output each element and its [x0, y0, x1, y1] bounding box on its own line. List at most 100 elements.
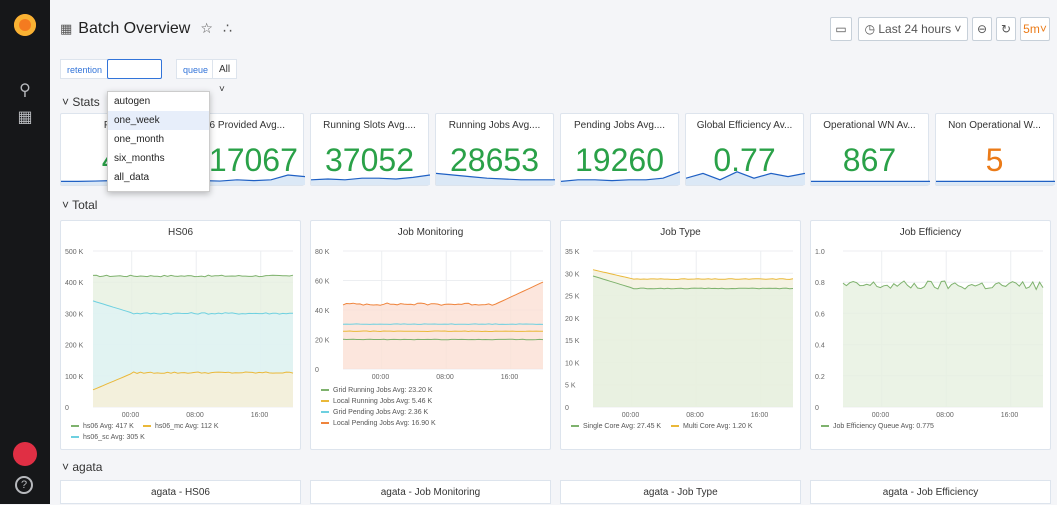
- y-tick: 1.0: [815, 249, 825, 256]
- stat-sparkline: [561, 171, 680, 185]
- avatar[interactable]: [13, 442, 37, 466]
- legend-swatch: [71, 436, 79, 439]
- row-total[interactable]: ˅ Total: [62, 198, 97, 212]
- x-tick: 08:00: [686, 412, 704, 419]
- y-tick: 0: [65, 405, 69, 412]
- legend-swatch: [821, 425, 829, 428]
- queue-select[interactable]: All ˅: [212, 59, 238, 95]
- x-tick: 16:00: [251, 412, 269, 419]
- legend-item[interactable]: Single Core Avg: 27.45 K: [571, 423, 661, 430]
- legend-swatch: [71, 425, 79, 428]
- x-tick: 00:00: [122, 412, 140, 419]
- grid-icon: ▦: [60, 21, 73, 36]
- y-tick: 200 K: [65, 343, 84, 350]
- stat-title: Non Operational W...: [948, 120, 1041, 131]
- legend-swatch: [321, 400, 329, 403]
- stat-sparkline: [436, 172, 555, 185]
- legend-item[interactable]: hs06_mc Avg: 112 K: [143, 423, 219, 430]
- stat-panel[interactable]: Running Slots Avg.... 37052: [310, 113, 430, 186]
- y-tick: 300 K: [65, 311, 84, 318]
- refresh-interval[interactable]: 5m˅: [1020, 17, 1050, 41]
- y-tick: 30 K: [565, 271, 580, 278]
- dropdown-option[interactable]: six_months: [108, 149, 209, 168]
- legend-swatch: [571, 425, 579, 428]
- y-tick: 0: [565, 405, 569, 412]
- y-tick: 0.4: [815, 343, 825, 350]
- legend-item[interactable]: Grid Pending Jobs Avg: 2.36 K: [321, 409, 428, 416]
- graph-panel[interactable]: HS06 500 K 400 K 300 K 200 K 100 K 0 00:00 08:00…: [60, 220, 301, 450]
- graph-panel[interactable]: Job Monitoring 80 K 60 K 40 K 20 K 0 00:00 08:0…: [310, 220, 551, 450]
- stat-panel[interactable]: Operational WN Av... 867: [810, 113, 930, 186]
- stat-panel[interactable]: Running Jobs Avg.... 28653: [435, 113, 555, 186]
- refresh-button[interactable]: ↻: [996, 17, 1016, 41]
- legend-item[interactable]: Job Efficiency Queue Avg: 0.775: [821, 423, 934, 430]
- tv-mode-button[interactable]: ▭: [830, 17, 852, 41]
- graph-panel[interactable]: agata - Job Efficiency: [810, 480, 1051, 504]
- stat-sparkline: [811, 180, 930, 185]
- retention-dropdown[interactable]: autogen one_week one_month six_months al…: [107, 91, 210, 192]
- dashboard-title[interactable]: ▦ Batch Overview ☆ ∴: [60, 20, 232, 38]
- graph-panel[interactable]: agata - HS06: [60, 480, 301, 504]
- dashboards-icon[interactable]: ▦: [15, 108, 35, 128]
- graph: 80 K 60 K 40 K 20 K 0 00:00 08:00 16:00: [315, 249, 544, 381]
- sidebar: ⚲ ▦ ?: [0, 0, 50, 504]
- help-icon[interactable]: ?: [15, 476, 33, 494]
- y-tick: 15 K: [565, 338, 580, 345]
- legend-item[interactable]: hs06_sc Avg: 305 K: [71, 434, 145, 441]
- y-tick: 35 K: [565, 249, 580, 256]
- top-bar: ▦ Batch Overview ☆ ∴ ▭ ◷ Last 24 hours ˅ ⊖ …: [50, 0, 1057, 56]
- graph-panel[interactable]: Job Type 35 K 30 K 25 K 20 K 15 K 10 K5 K 0 00:0…: [560, 220, 801, 450]
- x-tick: 16:00: [1001, 412, 1019, 419]
- retention-input[interactable]: [107, 59, 162, 79]
- legend-item[interactable]: Local Running Jobs Avg: 5.46 K: [321, 398, 432, 405]
- dropdown-option[interactable]: one_week: [108, 111, 209, 130]
- y-tick: 500 K: [65, 249, 84, 256]
- y-tick: 0.2: [815, 374, 825, 381]
- legend-item[interactable]: Multi Core Avg: 1.20 K: [671, 423, 753, 430]
- graph-panel[interactable]: agata - Job Monitoring: [310, 480, 551, 504]
- grafana-logo[interactable]: [14, 14, 36, 36]
- legend-item[interactable]: Grid Running Jobs Avg: 23.20 K: [321, 387, 433, 394]
- y-tick: 0.8: [815, 280, 825, 287]
- search-icon[interactable]: ⚲: [15, 81, 35, 101]
- dropdown-option[interactable]: autogen: [108, 92, 209, 111]
- graph: 1.0 0.8 0.6 0.4 0.2 0 00:00 08:00 16:00: [815, 249, 1044, 419]
- stat-panel[interactable]: Pending Jobs Avg.... 19260: [560, 113, 680, 186]
- y-tick: 0: [815, 405, 819, 412]
- stat-panel[interactable]: Non Operational W... 5: [935, 113, 1055, 186]
- x-tick: 00:00: [372, 374, 390, 381]
- legend-swatch: [321, 411, 329, 414]
- legend-swatch: [143, 425, 151, 428]
- legend-swatch: [671, 425, 679, 428]
- y-tick: 400 K: [65, 280, 84, 287]
- star-icon[interactable]: ☆: [200, 20, 213, 36]
- y-tick: 10 K: [565, 360, 580, 367]
- legend-item[interactable]: Local Pending Jobs Avg: 16.90 K: [321, 420, 436, 427]
- row-agata[interactable]: ˅ agata: [62, 460, 102, 474]
- graph: 500 K 400 K 300 K 200 K 100 K 0 00:00 08:00 16:0…: [65, 249, 294, 419]
- y-tick: 25 K: [565, 294, 580, 301]
- y-tick: 5 K: [565, 383, 576, 390]
- stat-sparkline: [686, 171, 805, 185]
- x-tick: 08:00: [436, 374, 454, 381]
- stat-panel[interactable]: Global Efficiency Av... 0.77: [685, 113, 805, 186]
- stat-title: Running Slots Avg....: [323, 120, 416, 131]
- share-icon[interactable]: ∴: [223, 20, 232, 36]
- y-tick: 20 K: [315, 338, 330, 345]
- row-stats[interactable]: ˅ Stats: [62, 95, 100, 109]
- zoom-out-button[interactable]: ⊖: [972, 17, 992, 41]
- time-picker[interactable]: ◷ Last 24 hours ˅: [858, 17, 968, 41]
- graph-panel[interactable]: agata - Job Type: [560, 480, 801, 504]
- y-tick: 80 K: [315, 249, 330, 256]
- dropdown-option[interactable]: all_data: [108, 168, 209, 187]
- stat-title: Global Efficiency Av...: [696, 120, 793, 131]
- y-tick: 60 K: [315, 279, 330, 286]
- stat-title: Running Jobs Avg....: [448, 120, 541, 131]
- graph-panel[interactable]: Job Efficiency 1.0 0.8 0.6 0.4 0.2 0 00:00 08:00…: [810, 220, 1051, 450]
- stat-title: Operational WN Av...: [823, 120, 916, 131]
- dropdown-option[interactable]: one_month: [108, 130, 209, 149]
- x-tick: 16:00: [501, 374, 519, 381]
- legend-swatch: [321, 389, 329, 392]
- y-tick: 0.6: [815, 311, 825, 318]
- legend-item[interactable]: hs06 Avg: 417 K: [71, 423, 134, 430]
